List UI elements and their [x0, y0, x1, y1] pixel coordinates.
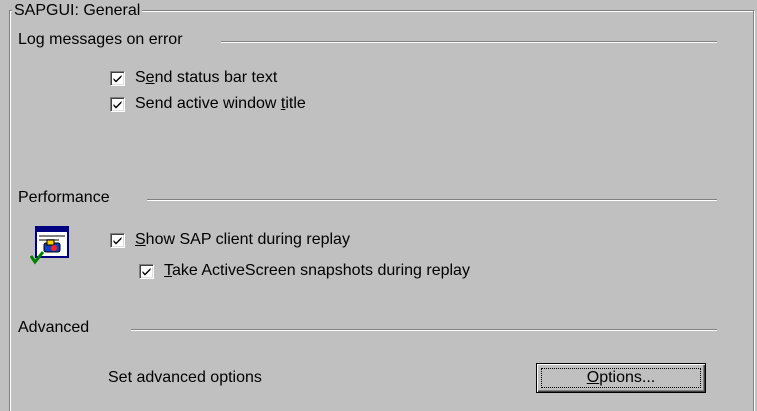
take-activescreen-snapshots-checkbox[interactable]: Take ActiveScreen snapshots during repla… — [139, 262, 470, 280]
checkbox-box[interactable] — [139, 263, 154, 279]
section-label-log-messages: Log messages on error — [18, 31, 183, 48]
checkmark-icon — [113, 74, 122, 82]
send-status-bar-text-label: Send status bar text — [135, 69, 278, 86]
sap-client-icon — [30, 226, 69, 265]
checkbox-box[interactable] — [110, 232, 125, 248]
show-sap-client-label: Show SAP client during replay — [135, 231, 350, 248]
checkbox-box[interactable] — [110, 70, 125, 86]
options-button[interactable]: Options... — [536, 363, 706, 393]
checkbox-box[interactable] — [110, 96, 125, 112]
send-active-window-title-label: Send active window title — [135, 95, 306, 112]
checkmark-icon — [113, 236, 122, 244]
section-label-performance: Performance — [18, 189, 110, 206]
separator-performance — [147, 199, 717, 201]
checkmark-icon — [113, 100, 122, 108]
focus-rect: Options... — [541, 368, 701, 388]
separator-log — [221, 41, 717, 43]
take-activescreen-snapshots-label: Take ActiveScreen snapshots during repla… — [164, 262, 470, 279]
advanced-description: Set advanced options — [108, 369, 262, 386]
send-status-bar-text-checkbox[interactable]: Send status bar text — [110, 69, 277, 87]
group-title: SAPGUI: General — [12, 2, 143, 20]
section-label-advanced: Advanced — [18, 319, 90, 336]
sapgui-general-panel: SAPGUI: General Log messages on error Se… — [0, 0, 757, 411]
send-active-window-title-checkbox[interactable]: Send active window title — [110, 95, 306, 113]
checkmark-icon — [142, 267, 151, 275]
show-sap-client-checkbox[interactable]: Show SAP client during replay — [110, 231, 350, 249]
separator-advanced — [131, 329, 717, 331]
